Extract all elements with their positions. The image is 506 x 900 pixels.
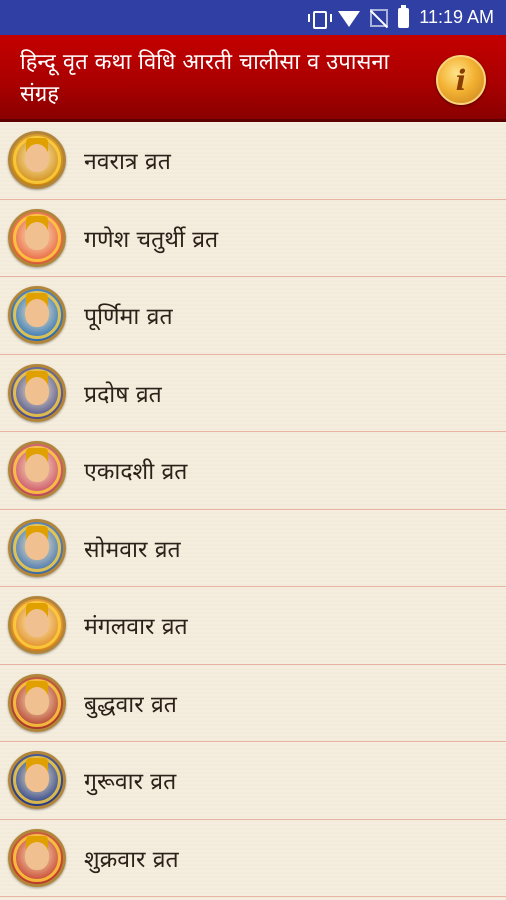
list-item-label: प्रदोष व्रत xyxy=(84,381,162,408)
deity-avatar-icon xyxy=(8,286,66,345)
deity-avatar-icon xyxy=(8,751,66,810)
list-item[interactable]: नवरात्र व्रत xyxy=(0,122,506,200)
list-item-label: शुक्रवार व्रत xyxy=(84,846,179,873)
list-item[interactable]: मंगलवार व्रत xyxy=(0,587,506,665)
no-signal-icon xyxy=(370,8,389,27)
vrat-list: नवरात्र व्रत गणेश चतुर्थी व्रत पूर्णिमा … xyxy=(0,122,506,900)
deity-avatar-icon xyxy=(8,441,66,500)
info-icon: i xyxy=(455,63,467,97)
list-item[interactable]: गुरूवार व्रत xyxy=(0,742,506,820)
battery-icon xyxy=(398,4,410,28)
wifi-icon xyxy=(338,10,361,27)
deity-avatar-icon xyxy=(8,518,66,577)
list-item[interactable]: एकादशी व्रत xyxy=(0,432,506,510)
deity-avatar-icon xyxy=(8,596,66,655)
list-item-label: सोमवार व्रत xyxy=(84,536,181,563)
list-item-label: गणेश चतुर्थी व्रत xyxy=(84,226,219,253)
list-item[interactable]: गणेश चतुर्थी व्रत xyxy=(0,200,506,277)
list-item[interactable]: बुद्धवार व्रत xyxy=(0,665,506,742)
deity-avatar-icon xyxy=(8,828,66,887)
vibrate-icon xyxy=(308,9,333,29)
deity-avatar-icon xyxy=(8,673,66,732)
status-time: 11:19 AM xyxy=(419,7,494,27)
list-item[interactable]: प्रदोष व्रत xyxy=(0,355,506,432)
list-item[interactable]: सोमवार व्रत xyxy=(0,510,506,587)
list-item-label: बुद्धवार व्रत xyxy=(84,691,177,718)
info-button[interactable]: i xyxy=(436,55,486,105)
list-item-label: नवरात्र व्रत xyxy=(84,149,171,176)
list-item[interactable]: शुक्रवार व्रत xyxy=(0,820,506,897)
list-item-label: एकादशी व्रत xyxy=(84,459,188,486)
list-item-label: गुरूवार व्रत xyxy=(84,769,177,796)
list-item-label: पूर्णिमा व्रत xyxy=(84,304,173,331)
deity-avatar-icon xyxy=(8,208,66,267)
app-title: हिन्दू वृत कथा विधि आरती चालीसा व उपासना… xyxy=(20,50,390,107)
list-item[interactable]: पूर्णिमा व्रत xyxy=(0,277,506,355)
deity-avatar-icon xyxy=(8,131,66,190)
status-bar: 11:19 AM xyxy=(0,0,506,35)
list-item-label: मंगलवार व्रत xyxy=(84,614,188,641)
app-bar: हिन्दू वृत कथा विधि आरती चालीसा व उपासना… xyxy=(0,35,506,122)
deity-avatar-icon xyxy=(8,363,66,422)
